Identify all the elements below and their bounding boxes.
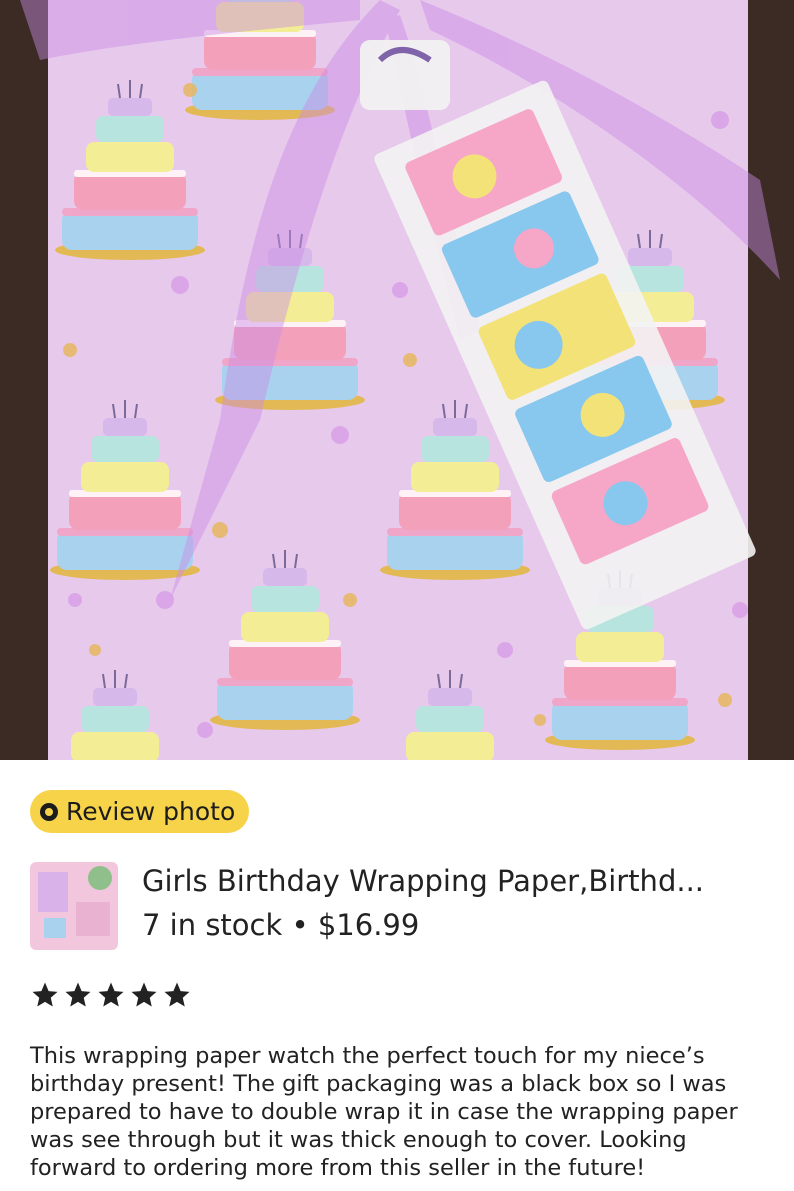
star-icon [131,982,157,1007]
gift-wrapping-photo [0,0,794,760]
product-link[interactable]: Girls Birthday Wrapping Paper,Birthd... … [30,860,764,960]
camera-review-icon [40,802,58,821]
product-meta: 7 in stock • $16.99 [142,908,419,942]
review-text: This wrapping paper watch the perfect to… [30,1043,738,1181]
product-price: $16.99 [317,908,420,942]
review-photo-badge[interactable]: Review photo [30,790,250,833]
star-icon [98,982,124,1007]
star-icon [65,982,91,1007]
star-icon [32,982,58,1007]
review-photo-label: Review photo [66,797,236,826]
product-thumbnail [30,862,118,950]
stock-status: 7 in stock [142,908,283,942]
star-icon [164,982,190,1007]
review-photo[interactable] [0,0,794,760]
star-rating [30,980,192,1010]
meta-separator: • [291,908,309,942]
product-title: Girls Birthday Wrapping Paper,Birthd... [142,864,705,898]
